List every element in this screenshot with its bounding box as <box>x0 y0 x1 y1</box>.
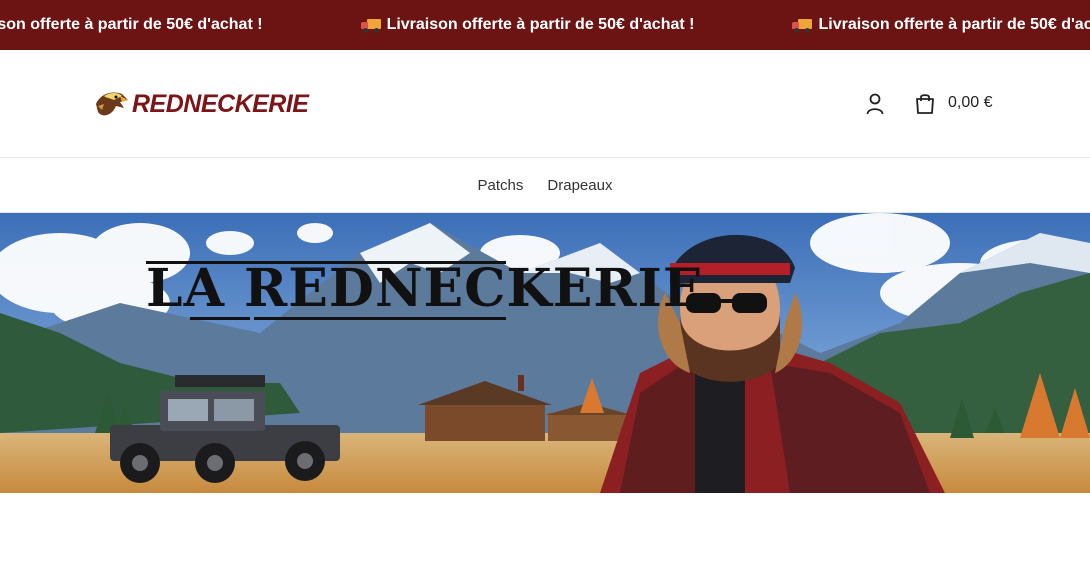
announcement-item: Livraison offerte à partir de 50€ d'acha… <box>360 16 695 34</box>
hero-title-underline <box>190 317 250 320</box>
announcement-text: Livraison offerte à partir de 50€ d'acha… <box>386 16 695 33</box>
account-button[interactable] <box>864 92 886 116</box>
hero-title: LA REDNECKERIE <box>146 258 704 319</box>
cart-total[interactable]: 0,00 € <box>948 94 992 112</box>
announcement-item: aison offerte à partir de 50€ d'achat ! <box>0 16 263 34</box>
logo-text: REDNECKERIE <box>132 89 309 118</box>
announcement-text: Livraison offerte à partir de 50€ d'acha… <box>818 16 1090 33</box>
delivery-truck-icon <box>792 18 813 33</box>
nav-item-patchs[interactable]: Patchs <box>478 177 524 194</box>
nav-item-drapeaux[interactable]: Drapeaux <box>547 177 612 194</box>
eagle-head-icon <box>96 92 128 116</box>
hero-title-underline <box>254 317 506 320</box>
main-navigation: Patchs Drapeaux <box>0 158 1090 213</box>
delivery-truck-icon <box>360 18 381 33</box>
hero-banner: LA REDNECKERIE <box>0 213 1090 493</box>
shopping-bag-icon <box>916 94 934 114</box>
cart-button[interactable] <box>912 90 938 116</box>
announcement-track: aison offerte à partir de 50€ d'achat ! … <box>0 0 1090 50</box>
announcement-item: Livraison offerte à partir de 50€ d'acha… <box>792 16 1090 34</box>
site-logo[interactable]: REDNECKERIE <box>94 86 309 122</box>
banner-illustration <box>0 213 1090 493</box>
announcement-bar: aison offerte à partir de 50€ d'achat ! … <box>0 0 1090 50</box>
user-icon <box>866 93 884 115</box>
page-content-area <box>0 493 1090 576</box>
site-header: REDNECKERIE 0,00 € <box>0 50 1090 158</box>
announcement-text: aison offerte à partir de 50€ d'achat ! <box>0 16 263 33</box>
